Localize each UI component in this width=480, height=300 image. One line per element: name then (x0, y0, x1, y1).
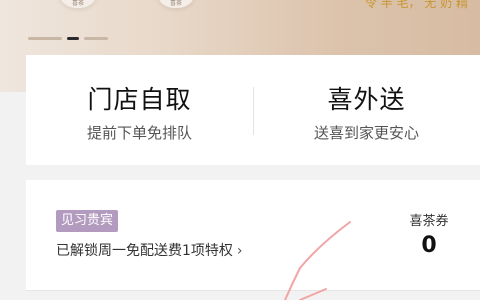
section-divider (26, 290, 480, 291)
pickup-title: 门店自取 (87, 85, 192, 114)
carousel-dot[interactable] (84, 37, 108, 40)
coupon-label[interactable]: 喜茶券 (404, 210, 454, 229)
carousel-dot[interactable] (28, 37, 62, 40)
delivery-title: 喜外送 (327, 85, 406, 114)
member-benefit-text: 已解锁周一免配送费1项特权 (56, 243, 233, 259)
delivery-option[interactable]: 喜外送 送喜到家更安心 (253, 55, 480, 165)
member-benefit-link[interactable]: 已解锁周一免配送费1项特权 › (56, 240, 243, 260)
cup-label: 喜茶 (169, 0, 182, 7)
drink-cup-image: 喜茶 (156, 0, 196, 8)
banner-promo-text: 令 半 毛， 无 奶 精 (364, 0, 468, 10)
member-level-badge: 见习贵宾 (56, 210, 119, 232)
membership-card[interactable]: 见习贵宾 已解锁周一免配送费1项特权 › 喜茶券 0 (26, 180, 480, 290)
order-type-card: 门店自取 提前下单免排队 喜外送 送喜到家更安心 (26, 55, 480, 165)
coupon-count[interactable]: 0 (404, 233, 454, 258)
carousel-dot-active[interactable] (67, 37, 79, 40)
delivery-subtitle: 送喜到家更安心 (313, 124, 419, 142)
chevron-right-icon: › (236, 243, 243, 259)
pickup-option[interactable]: 门店自取 提前下单免排队 (26, 55, 253, 165)
drink-cup-image: 喜茶 (58, 0, 98, 8)
pickup-subtitle: 提前下单免排队 (86, 124, 192, 142)
cup-label: 喜茶 (71, 0, 84, 7)
